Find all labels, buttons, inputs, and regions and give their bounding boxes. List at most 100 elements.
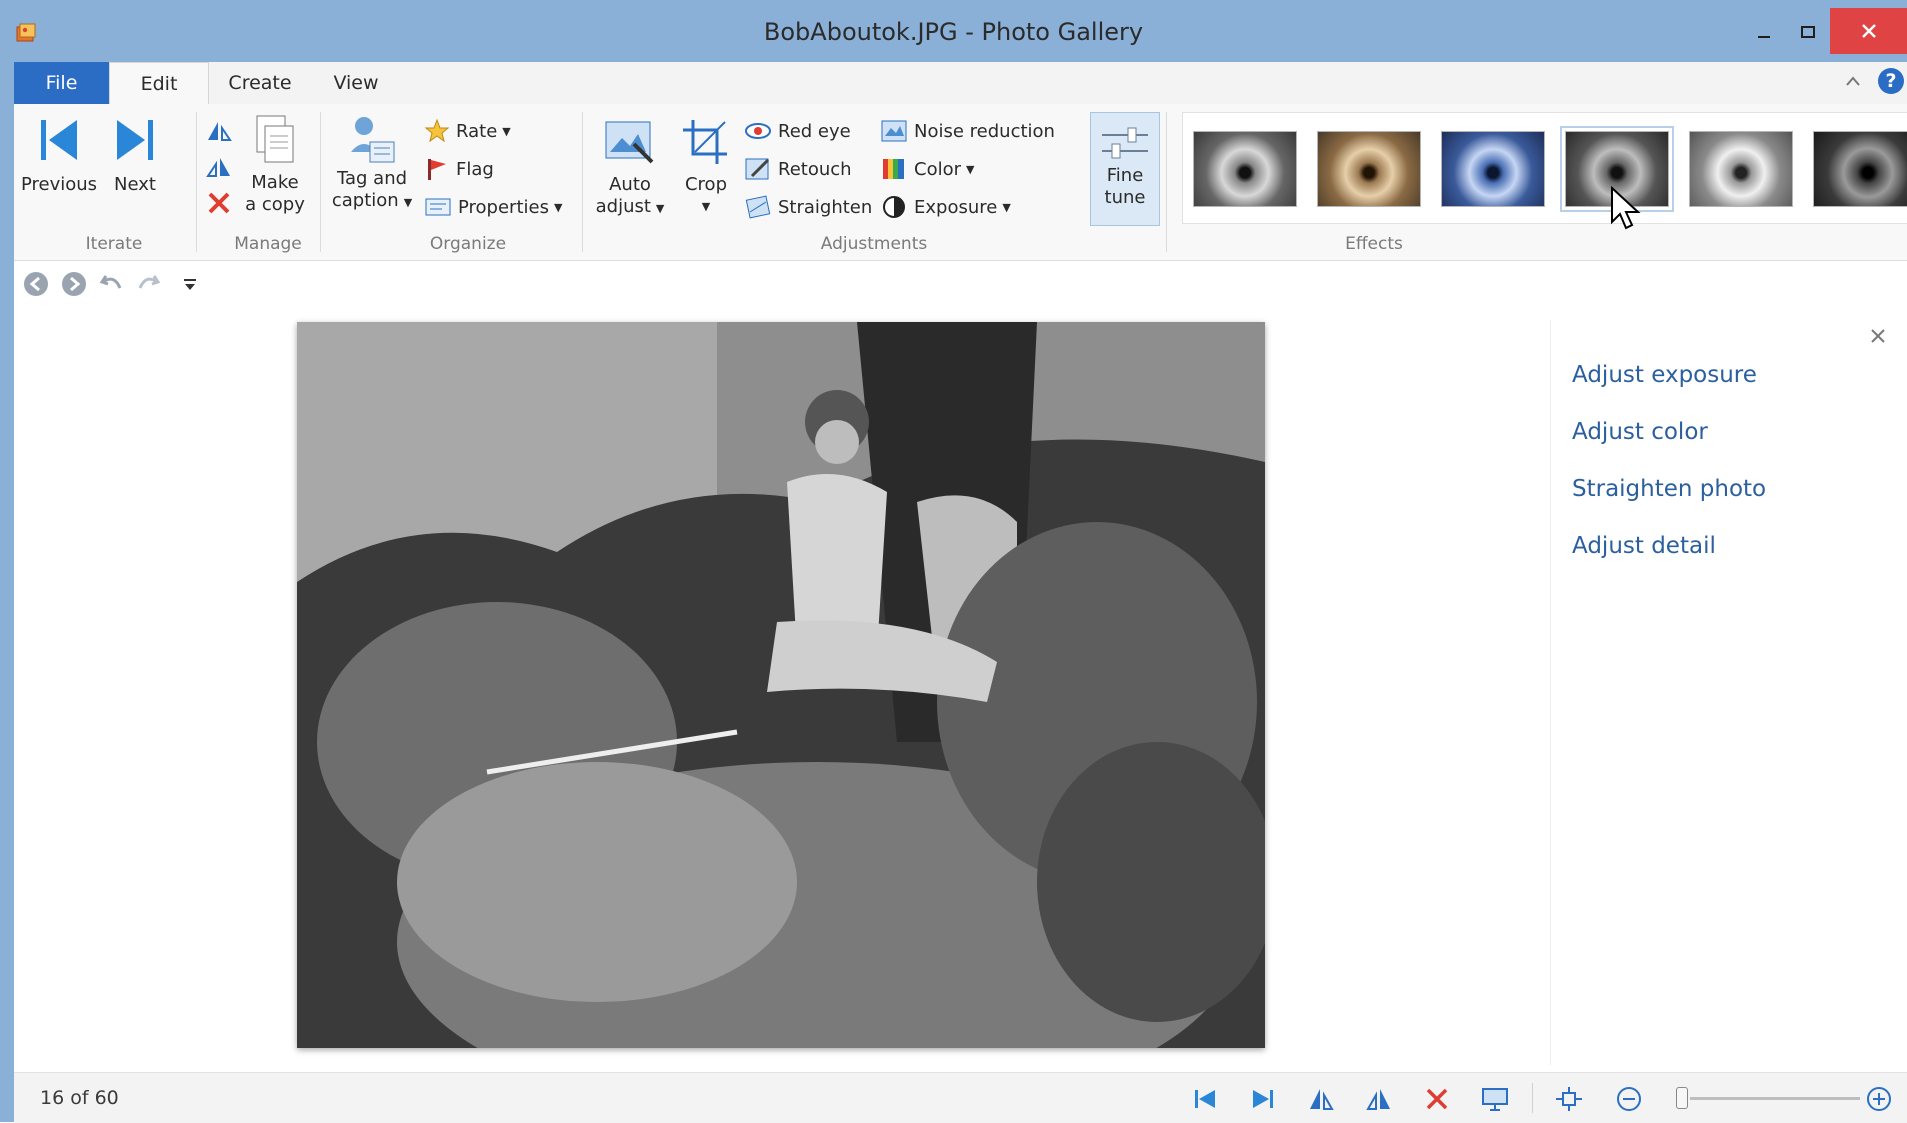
photo-image bbox=[297, 322, 1265, 1048]
panel-close-icon[interactable] bbox=[1868, 326, 1888, 346]
adjust-detail-link[interactable]: Adjust detail bbox=[1572, 533, 1716, 559]
first-photo-icon[interactable] bbox=[1190, 1085, 1220, 1113]
rotate-left-status-icon[interactable] bbox=[1306, 1085, 1336, 1113]
close-button[interactable] bbox=[1830, 8, 1907, 54]
straighten-label: Straighten bbox=[778, 196, 873, 218]
zoom-in-icon[interactable] bbox=[1864, 1085, 1894, 1113]
tab-create[interactable]: Create bbox=[214, 62, 306, 104]
auto-adjust-label-1: Auto bbox=[609, 174, 651, 195]
properties-button[interactable]: Properties ▼ bbox=[424, 194, 562, 220]
adjust-color-link[interactable]: Adjust color bbox=[1572, 419, 1708, 445]
ribbon-separator bbox=[1166, 112, 1167, 252]
properties-icon bbox=[425, 198, 451, 216]
help-icon[interactable]: ? bbox=[1878, 68, 1904, 94]
retouch-label: Retouch bbox=[778, 158, 852, 180]
undo-icon[interactable] bbox=[98, 270, 126, 298]
rotate-right-icon[interactable] bbox=[204, 154, 234, 180]
zoom-slider-thumb[interactable] bbox=[1676, 1087, 1688, 1109]
make-copy-label-1: Make bbox=[251, 172, 299, 193]
tab-view[interactable]: View bbox=[316, 62, 396, 104]
retouch-button[interactable]: Retouch bbox=[744, 156, 852, 182]
close-icon bbox=[1861, 24, 1876, 38]
tag-caption-label-1: Tag and bbox=[336, 168, 408, 189]
back-icon[interactable] bbox=[22, 270, 50, 298]
zoom-out-icon[interactable] bbox=[1614, 1085, 1644, 1113]
tag-and-caption-button[interactable]: Tag and caption ▼ bbox=[330, 112, 414, 214]
window-left-border bbox=[0, 0, 14, 1122]
delete-icon[interactable] bbox=[204, 190, 234, 216]
chevron-down-icon: ▼ bbox=[553, 200, 563, 214]
actual-size-icon[interactable] bbox=[1554, 1085, 1584, 1113]
previous-icon bbox=[41, 120, 77, 160]
previous-label: Previous bbox=[20, 174, 98, 195]
auto-adjust-button[interactable]: Auto adjust ▼ bbox=[592, 118, 668, 220]
noise-reduction-button[interactable]: Noise reduction bbox=[880, 118, 1055, 144]
collapse-ribbon-icon[interactable] bbox=[1844, 74, 1862, 88]
chevron-down-icon: ▼ bbox=[655, 202, 665, 215]
rotate-left-icon[interactable] bbox=[204, 118, 234, 144]
effect-thumbnail-cyan[interactable] bbox=[1441, 131, 1545, 207]
rate-label: Rate bbox=[456, 120, 498, 142]
fine-tune-button[interactable]: Fine tune bbox=[1090, 112, 1160, 226]
auto-adjust-icon bbox=[605, 121, 654, 164]
tab-file[interactable]: File bbox=[14, 62, 109, 104]
properties-label: Properties bbox=[458, 196, 549, 218]
window-title: BobAboutok.JPG - Photo Gallery bbox=[763, 18, 1144, 46]
last-photo-icon[interactable] bbox=[1248, 1085, 1278, 1113]
ribbon: Previous Next Iterate Make a copy Manage… bbox=[14, 104, 1907, 261]
adjust-exposure-link[interactable]: Adjust exposure bbox=[1572, 362, 1757, 388]
color-label: Color bbox=[914, 158, 961, 180]
previous-button[interactable]: Previous bbox=[20, 116, 98, 196]
tag-caption-label-2: caption ▼ bbox=[332, 190, 412, 214]
crop-icon bbox=[683, 120, 727, 164]
retouch-icon bbox=[745, 158, 770, 180]
status-bar: 16 of 60 bbox=[14, 1072, 1907, 1123]
redo-icon[interactable] bbox=[134, 270, 162, 298]
effect-thumbnail-sepia[interactable] bbox=[1317, 131, 1421, 207]
straighten-photo-link[interactable]: Straighten photo bbox=[1572, 476, 1766, 502]
group-label-organize: Organize bbox=[429, 234, 507, 254]
ribbon-tab-row: File Edit Create View ? bbox=[14, 62, 1907, 104]
zoom-slider-track[interactable] bbox=[1690, 1097, 1860, 1100]
chevron-down-icon: ▼ bbox=[403, 196, 413, 209]
photo-counter: 16 of 60 bbox=[40, 1087, 119, 1109]
straighten-button[interactable]: Straighten bbox=[744, 194, 872, 220]
color-button[interactable]: Color ▼ bbox=[880, 156, 974, 182]
auto-adjust-label-2: adjust ▼ bbox=[596, 196, 665, 220]
rotate-right-status-icon[interactable] bbox=[1364, 1085, 1394, 1113]
next-label: Next bbox=[114, 174, 156, 195]
next-button[interactable]: Next bbox=[112, 116, 158, 196]
flag-button[interactable]: Flag bbox=[424, 156, 494, 182]
rate-button[interactable]: Rate ▼ bbox=[424, 118, 511, 144]
group-label-manage: Manage bbox=[234, 234, 302, 254]
minimize-button[interactable] bbox=[1742, 8, 1786, 56]
exposure-button[interactable]: Exposure ▼ bbox=[880, 194, 1011, 220]
crop-label: Crop bbox=[684, 174, 727, 195]
copy-icon bbox=[256, 115, 294, 163]
tag-caption-icon bbox=[351, 117, 395, 163]
exposure-label: Exposure bbox=[914, 196, 998, 218]
maximize-button[interactable] bbox=[1786, 8, 1830, 56]
group-label-iterate: Iterate bbox=[85, 234, 143, 254]
effect-thumbnail-grayscale-1[interactable] bbox=[1193, 131, 1297, 207]
tag-caption-label-2-text: caption bbox=[331, 190, 399, 211]
chevron-down-icon: ▼ bbox=[1002, 200, 1011, 214]
red-eye-button[interactable]: Red eye bbox=[744, 118, 851, 144]
crop-button[interactable]: Crop ▼ bbox=[678, 118, 734, 218]
chevron-down-icon: ▼ bbox=[502, 124, 511, 138]
customize-toolbar-icon[interactable] bbox=[180, 270, 200, 298]
straighten-icon bbox=[745, 195, 771, 219]
tab-edit[interactable]: Edit bbox=[109, 62, 209, 104]
star-icon bbox=[424, 118, 450, 143]
slideshow-icon[interactable] bbox=[1480, 1085, 1510, 1113]
make-copy-button[interactable]: Make a copy bbox=[240, 114, 310, 216]
flag-label: Flag bbox=[456, 158, 494, 180]
effect-thumbnail-dark[interactable] bbox=[1813, 131, 1907, 207]
flag-icon bbox=[428, 159, 446, 180]
forward-icon[interactable] bbox=[60, 270, 88, 298]
chevron-down-icon: ▼ bbox=[701, 200, 711, 213]
red-eye-icon bbox=[745, 123, 771, 139]
status-separator bbox=[1532, 1083, 1533, 1113]
delete-status-icon[interactable] bbox=[1422, 1085, 1452, 1113]
effect-thumbnail-light[interactable] bbox=[1689, 131, 1793, 207]
